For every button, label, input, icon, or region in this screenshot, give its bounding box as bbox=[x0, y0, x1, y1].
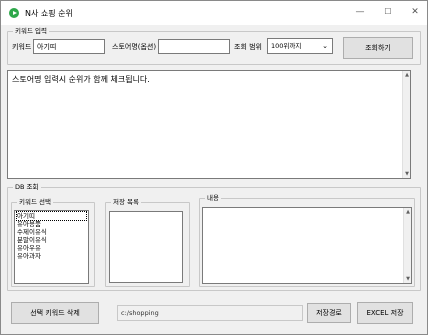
keyword-input-group-label: 키워드 입력 bbox=[13, 27, 49, 36]
content-label: 내용 bbox=[205, 194, 221, 203]
store-name-input[interactable] bbox=[158, 39, 230, 54]
keyword-list-item[interactable]: 유아용품 bbox=[17, 220, 86, 228]
excel-save-button[interactable]: EXCEL 저장 bbox=[357, 302, 413, 324]
keyword-list-item[interactable]: 수제이유식 bbox=[17, 228, 86, 236]
db-group-label: DB 조회 bbox=[13, 183, 41, 192]
keyword-input[interactable]: 아기띠 bbox=[33, 39, 105, 54]
scroll-down-icon[interactable]: ▼ bbox=[403, 170, 411, 178]
output-text: 스토어명 입력시 순위가 함께 체크됩니다. bbox=[12, 75, 150, 84]
keyword-list-item[interactable]: 유아우유 bbox=[17, 244, 86, 252]
output-textarea[interactable]: 스토어명 입력시 순위가 함께 체크됩니다. ▲ ▼ bbox=[7, 70, 411, 179]
keyword-list-item[interactable]: 유아과자 bbox=[17, 252, 86, 260]
scroll-up-icon[interactable]: ▲ bbox=[403, 71, 411, 79]
save-path-field[interactable]: c:/shopping bbox=[117, 305, 303, 321]
close-button[interactable]: ✕ bbox=[409, 6, 421, 18]
range-select[interactable]: 100위까지 ⌄ bbox=[267, 38, 333, 54]
scroll-up-icon[interactable]: ▲ bbox=[404, 208, 412, 216]
minimize-button[interactable]: — bbox=[354, 6, 366, 18]
content-textarea[interactable]: ▲ ▼ bbox=[202, 207, 412, 284]
keyword-select-label: 키워드 선택 bbox=[17, 198, 53, 207]
store-name-label: 스토어명(옵션) bbox=[112, 43, 157, 51]
output-scrollbar[interactable]: ▲ ▼ bbox=[402, 71, 410, 178]
chevron-down-icon: ⌄ bbox=[322, 42, 328, 50]
maximize-button[interactable]: ☐ bbox=[382, 6, 394, 18]
app-window: N사 쇼핑 순위 — ☐ ✕ 키워드 입력 키워드 아기띠 스토어명(옵션) 조… bbox=[0, 0, 428, 335]
save-path-button[interactable]: 저장경로 bbox=[307, 303, 351, 323]
range-label: 조회 범위 bbox=[234, 43, 262, 51]
keyword-list-item[interactable]: 아기띠 bbox=[16, 211, 87, 221]
delete-keyword-button[interactable]: 선택 키워드 삭제 bbox=[11, 302, 99, 324]
keyword-list-item[interactable]: 분말이유식 bbox=[17, 236, 86, 244]
content-scrollbar[interactable]: ▲ ▼ bbox=[403, 208, 411, 283]
search-button[interactable]: 조회하기 bbox=[343, 37, 413, 59]
app-play-icon bbox=[9, 8, 19, 18]
keyword-listbox[interactable]: 아기띠 유아용품 수제이유식 분말이유식 유아우유 유아과자 bbox=[14, 210, 89, 284]
title-bar[interactable]: N사 쇼핑 순위 — ☐ ✕ bbox=[1, 1, 427, 25]
range-select-value: 100위까지 bbox=[271, 42, 302, 50]
keyword-label: 키워드 bbox=[12, 43, 32, 51]
saved-list-label: 저장 목록 bbox=[111, 198, 141, 207]
window-title: N사 쇼핑 순위 bbox=[25, 9, 73, 18]
saved-listbox[interactable] bbox=[109, 211, 183, 283]
scroll-down-icon[interactable]: ▼ bbox=[404, 275, 412, 283]
